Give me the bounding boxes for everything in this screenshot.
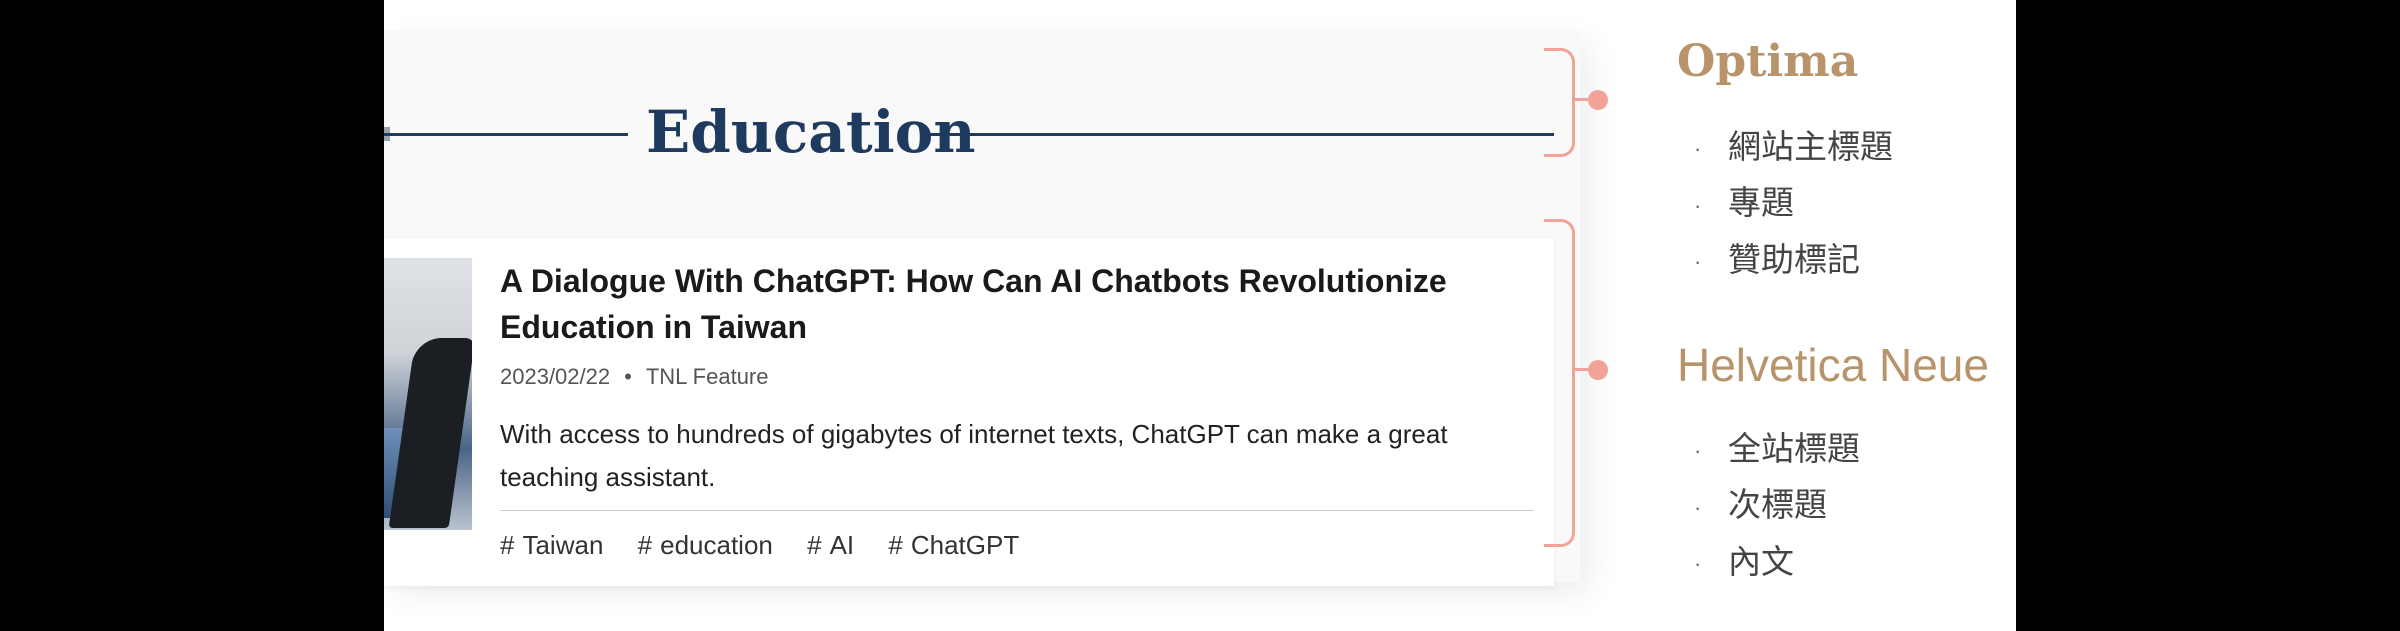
meta-separator: • [624, 364, 632, 389]
section-rule-left [384, 133, 628, 136]
font-usage-list-helvetica: · 全站標題 · 次標題 · 內文 [1694, 422, 1860, 591]
font-usage-label: 內文 [1728, 542, 1794, 580]
font-usage-label: 全站標題 [1728, 430, 1860, 467]
tag-hash: # [888, 530, 903, 560]
annotation-bracket-card [1544, 219, 1575, 547]
article-excerpt: With access to hundreds of gigabytes of … [500, 419, 1448, 492]
font-usage-label: 贊助標記 [1728, 240, 1860, 278]
tag-hash: # [807, 530, 822, 560]
section-header: Education [384, 80, 1554, 185]
font-usage-item: · 內文 [1694, 535, 1860, 591]
bullet: · [1694, 550, 1702, 576]
article-author[interactable]: TNL Feature [646, 364, 769, 389]
tag-label: Taiwan [522, 530, 604, 560]
tag-label: AI [829, 530, 855, 560]
bullet: · [1694, 248, 1702, 274]
style-guide-canvas: Education A Dialogue With ChatGPT: How C… [384, 0, 2016, 631]
card-divider [500, 510, 1534, 511]
font-usage-item: · 網站主標題 [1694, 120, 1893, 176]
bullet: · [1694, 438, 1702, 464]
font-name-helvetica-neue: Helvetica Neue [1677, 339, 1989, 391]
bullet: · [1694, 136, 1702, 162]
bullet: · [1694, 494, 1702, 520]
font-name-optima: Optima [1677, 36, 1859, 87]
annotation-bracket-title [1544, 48, 1575, 157]
font-usage-item: · 次標題 [1694, 478, 1860, 534]
tag-hash: # [500, 530, 515, 560]
font-usage-label: 次標題 [1728, 486, 1827, 524]
tag-label: ChatGPT [910, 530, 1020, 560]
tag-taiwan[interactable]: # Taiwan [500, 530, 603, 560]
font-usage-label: 專題 [1728, 184, 1794, 222]
font-usage-item: · 專題 [1694, 176, 1893, 232]
font-usage-item: · 全站標題 [1694, 422, 1860, 478]
article-card[interactable]: A Dialogue With ChatGPT: How Can AI Chat… [384, 238, 1554, 586]
tag-ai[interactable]: # AI [807, 530, 854, 560]
article-meta: 2023/02/22 • TNL Feature [500, 364, 769, 390]
tag-hash: # [637, 530, 653, 560]
section-rule-right [922, 133, 1554, 136]
font-usage-item: · 贊助標記 [1694, 233, 1893, 289]
article-date: 2023/02/22 [500, 364, 611, 389]
tag-chatgpt[interactable]: # ChatGPT [888, 530, 1019, 560]
annotation-dot-card [1588, 360, 1608, 380]
font-usage-label: 網站主標題 [1728, 128, 1893, 165]
annotation-dot-title [1588, 90, 1608, 110]
tag-label: education [660, 530, 773, 560]
section-title: Education [646, 98, 976, 166]
preview-panel: Education A Dialogue With ChatGPT: How C… [384, 30, 1580, 586]
tag-education[interactable]: # education [638, 530, 773, 560]
font-usage-list-optima: · 網站主標題 · 專題 · 贊助標記 [1694, 120, 1893, 289]
thumbnail-dark-shape [388, 338, 472, 528]
article-thumbnail[interactable] [384, 258, 472, 530]
article-title[interactable]: A Dialogue With ChatGPT: How Can AI Chat… [500, 258, 1534, 350]
tag-list: # Taiwan # education # AI # ChatGPT [500, 530, 1046, 561]
bullet: · [1694, 192, 1702, 218]
